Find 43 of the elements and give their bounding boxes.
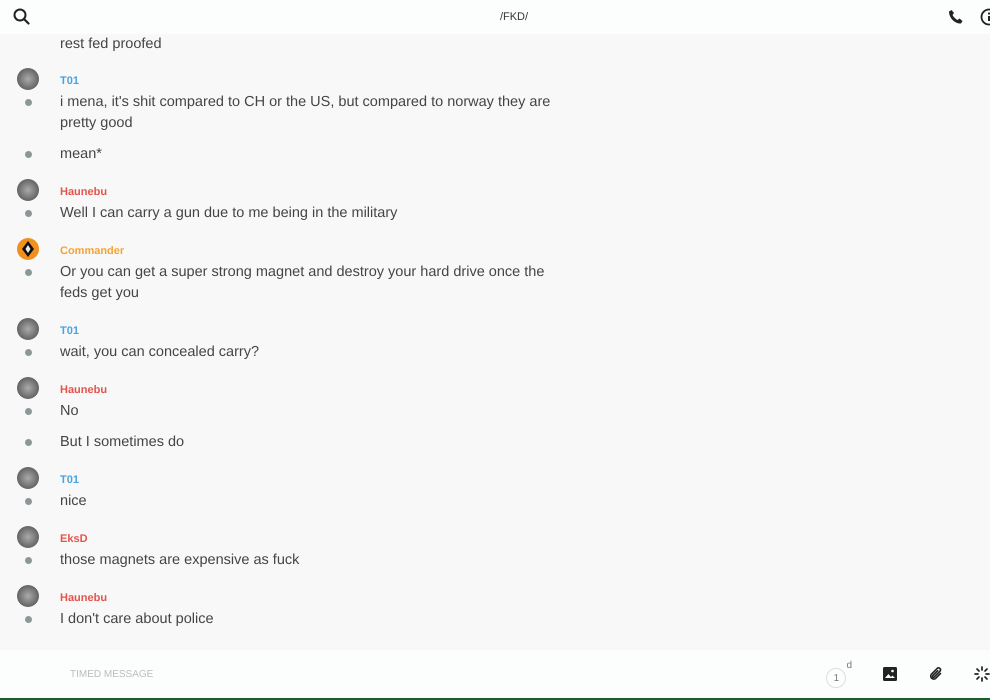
composer-bar[interactable]: TIMED MESSAGE 1 d xyxy=(0,650,990,698)
message-text: I don't care about police xyxy=(60,610,214,629)
author-name: T01 xyxy=(60,74,79,89)
status-dot xyxy=(24,498,32,505)
status-dot xyxy=(24,616,32,623)
paperclip-icon[interactable] xyxy=(928,666,944,682)
message-input[interactable]: TIMED MESSAGE xyxy=(68,666,826,682)
avatar-photo xyxy=(17,179,39,201)
message-text: nice xyxy=(60,492,87,511)
author-name: Haunebu xyxy=(60,591,108,606)
status-dot xyxy=(24,151,32,158)
chat-title: /FKD/ xyxy=(500,10,528,23)
status-dot xyxy=(24,557,32,564)
message-text: No xyxy=(60,402,79,421)
status-dot xyxy=(24,439,32,446)
sparkle-icon[interactable] xyxy=(974,666,990,682)
avatar-photo xyxy=(17,377,39,399)
avatar-photo xyxy=(17,526,39,548)
author-name: Haunebu xyxy=(60,383,108,398)
message-text: wait, you can concealed carry? xyxy=(60,343,260,362)
message-text: Or you can get a super strong magnet and destroy your hard drive once the feds get you xyxy=(60,263,546,303)
author-name: T01 xyxy=(60,324,79,339)
author-name: T01 xyxy=(60,473,79,488)
message-text: But I sometimes do xyxy=(60,433,184,452)
message-text: Well I can carry a gun due to me being in the military xyxy=(60,204,398,223)
status-dot xyxy=(24,210,32,217)
message-text: mean* xyxy=(60,145,102,164)
message-text: i mena, it's shit compared to CH or the US, but compared to norway they are pretty good xyxy=(60,93,552,133)
message-text: those magnets are expensive as fuck xyxy=(60,551,300,570)
avatar-photo xyxy=(17,585,39,607)
avatar-photo xyxy=(17,318,39,340)
message-text: rest fed proofed xyxy=(60,35,163,54)
author-name: Commander xyxy=(60,244,124,259)
author-name: Haunebu xyxy=(60,185,108,200)
diamond-avatar-icon xyxy=(17,238,39,260)
status-dot xyxy=(24,269,32,276)
author-name: EksD xyxy=(60,532,88,547)
image-icon[interactable] xyxy=(882,666,898,682)
avatar-photo xyxy=(17,68,39,90)
avatar-photo xyxy=(17,467,39,489)
status-dot xyxy=(24,99,32,106)
status-dot xyxy=(24,408,32,415)
status-dot xyxy=(24,349,32,356)
